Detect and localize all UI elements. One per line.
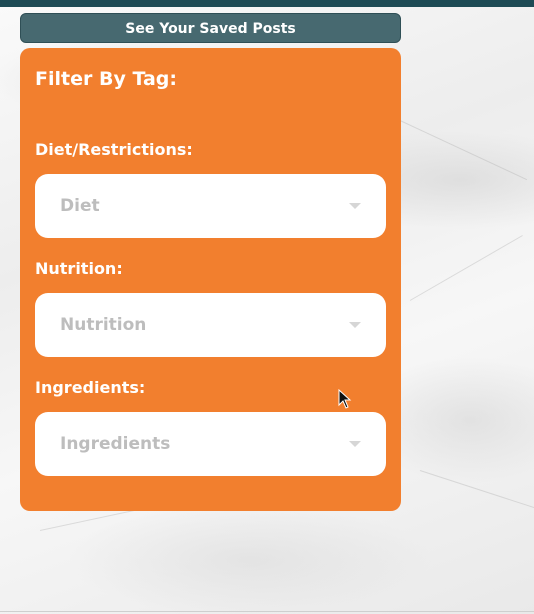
chevron-down-icon	[349, 441, 361, 447]
diet-select[interactable]: Diet	[35, 174, 386, 238]
mouse-cursor-icon	[338, 389, 352, 409]
marble-vein	[419, 470, 534, 509]
nutrition-select-placeholder: Nutrition	[60, 315, 147, 335]
bottom-divider	[0, 611, 534, 612]
filter-by-tag-panel: Filter By Tag: Diet/Restrictions: Diet N…	[20, 48, 401, 511]
chevron-down-icon	[349, 322, 361, 328]
ingredients-label: Ingredients:	[35, 378, 146, 397]
chevron-down-icon	[349, 203, 361, 209]
filter-panel-title: Filter By Tag:	[35, 68, 177, 90]
nutrition-select[interactable]: Nutrition	[35, 293, 386, 357]
diet-restrictions-label: Diet/Restrictions:	[35, 140, 193, 159]
ingredients-select[interactable]: Ingredients	[35, 412, 386, 476]
marble-vein	[399, 120, 528, 181]
see-saved-posts-button[interactable]: See Your Saved Posts	[20, 13, 401, 43]
nutrition-label: Nutrition:	[35, 259, 123, 278]
ingredients-select-placeholder: Ingredients	[60, 434, 171, 454]
marble-vein	[409, 235, 523, 301]
diet-select-placeholder: Diet	[60, 196, 100, 216]
top-header-strip	[0, 0, 534, 7]
